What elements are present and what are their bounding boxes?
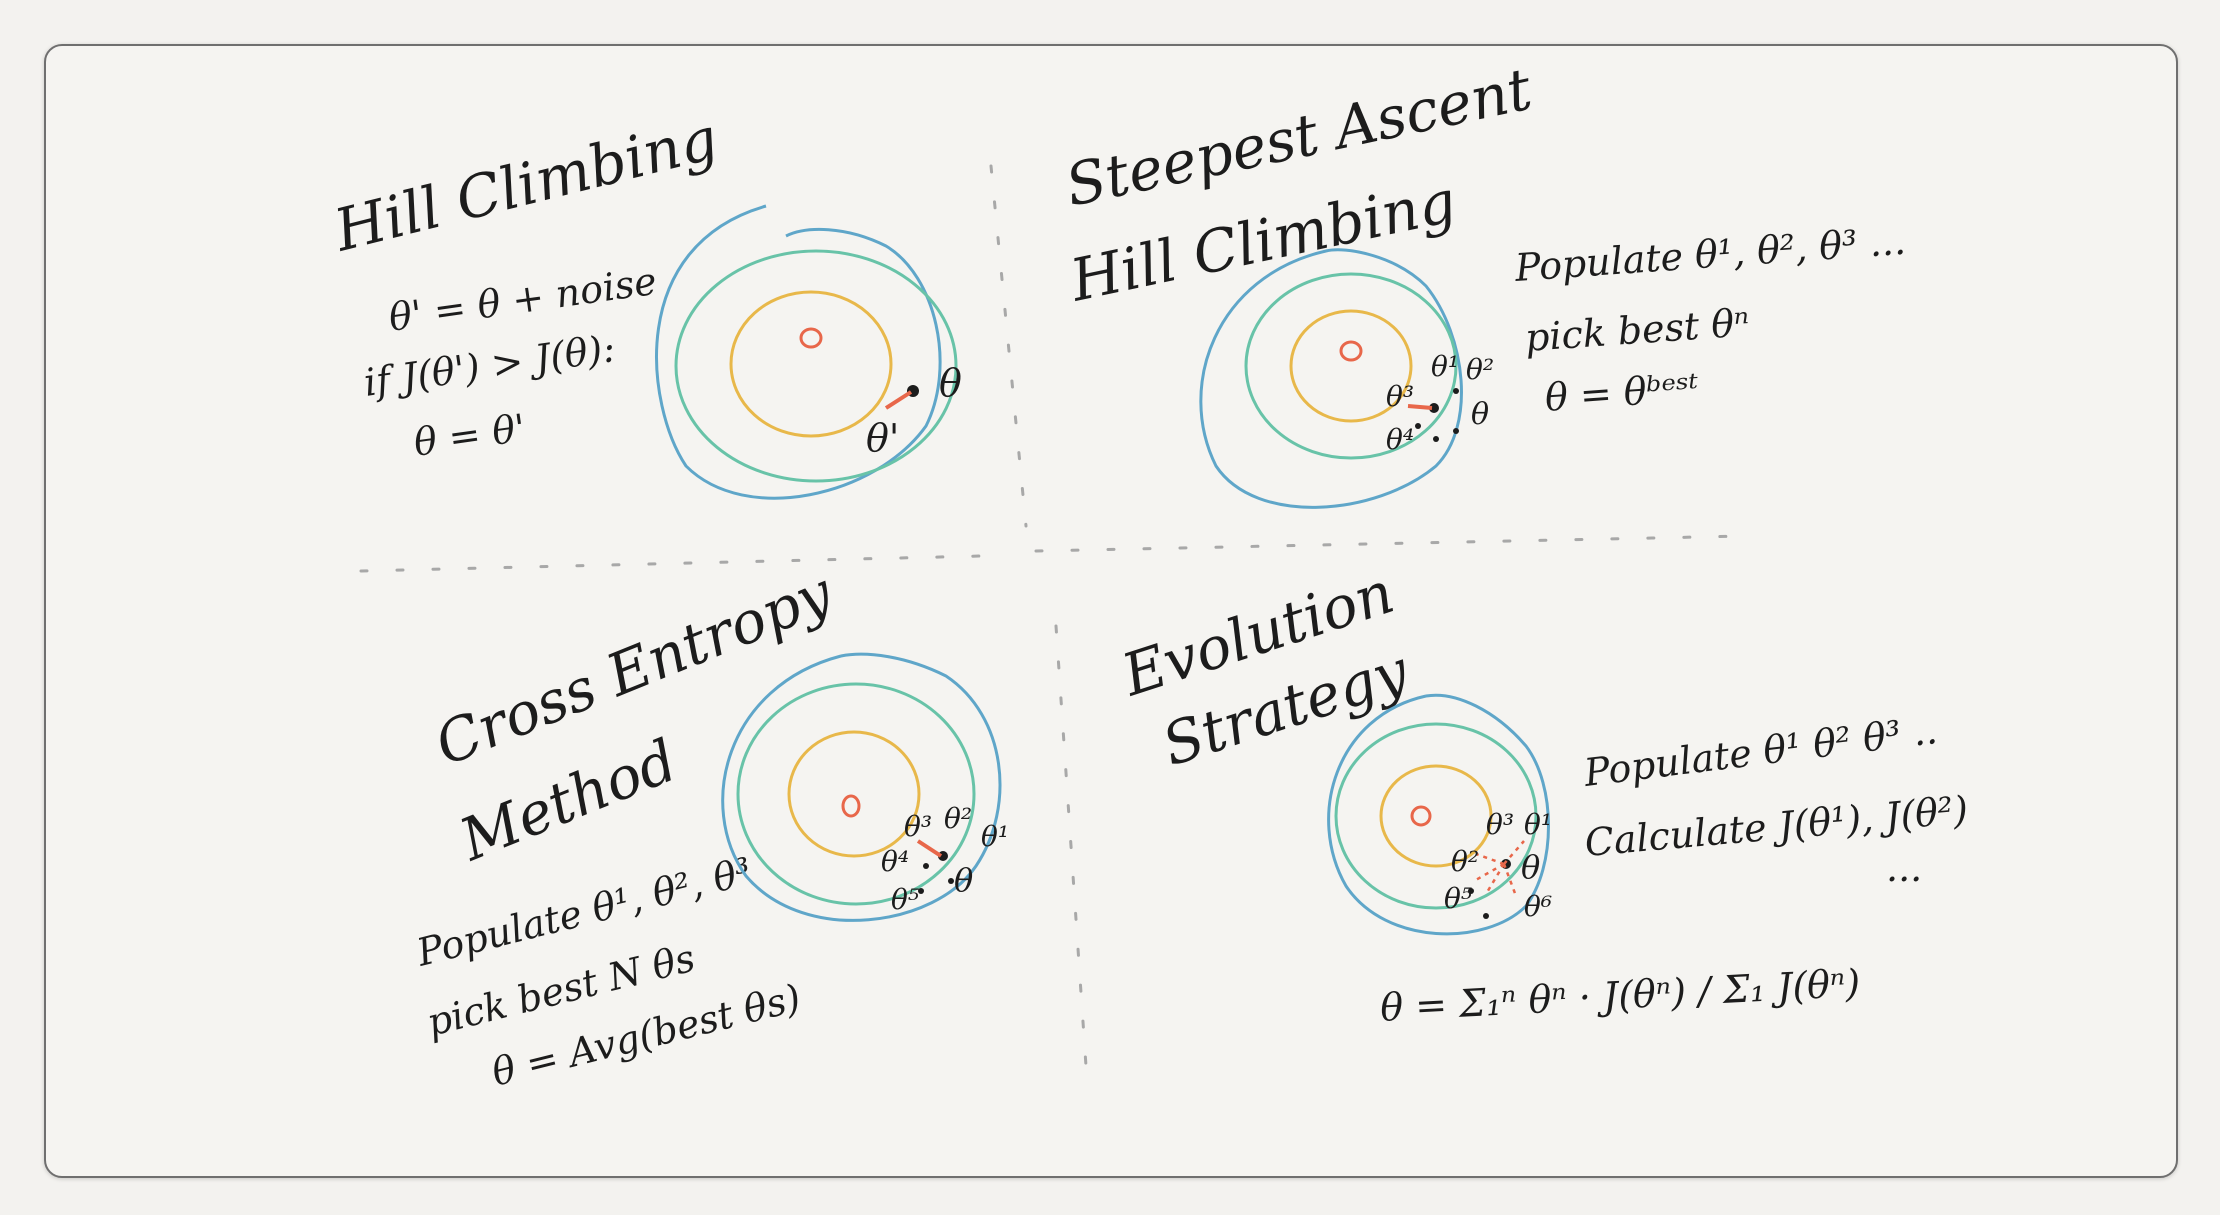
hill-climbing-line-1: θ' = θ + noise [386,259,659,340]
theta-2-label: θ² [1451,845,1479,878]
steepest-ascent-title-line-1: Steepest Ascent [1060,55,1538,220]
middle-contour [674,249,958,483]
quadrant-steepest-ascent: Steepest Ascent Hill Climbing Populate θ… [1060,55,1907,509]
middle-contour [736,682,976,906]
theta-3-label: θ³ [1486,808,1514,841]
optimum-marker [1410,805,1432,827]
theta-3-label: θ³ [1386,380,1414,413]
vertical-divider-top [989,164,1028,528]
steepest-ascent-line-1: Populate θ¹, θ², θ³ ... [1513,219,1907,290]
theta-1-label: θ¹ [1431,350,1459,383]
theta-2-label: θ² [944,802,972,835]
theta-label: θ [939,361,962,405]
theta-1-label: θ¹ [981,820,1009,853]
theta-1-label: θ¹ [1524,808,1552,841]
whiteboard: Hill Climbing θ' = θ + noise if J(θ') > … [44,44,2178,1178]
theta-6-label: θ⁶ [1524,890,1552,923]
quadrant-hill-climbing: Hill Climbing θ' = θ + noise if J(θ') > … [327,104,962,500]
middle-contour [1244,272,1458,460]
cross-entropy-line-1: Populate θ¹, θ², θ³ [412,849,756,975]
outer-contour [1199,248,1463,509]
horizontal-divider-left [359,554,983,573]
theta-5-label: θ⁵ [1444,882,1472,915]
parameter-points-4: θ³ θ¹ θ² θ θ⁵ θ⁶ [1444,808,1552,923]
sketch-canvas: Hill Climbing θ' = θ + noise if J(θ') > … [327,55,1970,1095]
parameter-points-2: θ³ θ¹ θ² θ θ⁴ [1386,350,1494,456]
theta-4-label: θ⁴ [881,845,909,878]
quadrant-cross-entropy: Cross Entropy Method Populate θ¹, θ², θ³… [412,558,1010,1095]
steepest-ascent-line-3: θ = θᵇᵉˢᵗ [1544,365,1701,420]
evolution-line-3: ... [1886,846,1922,890]
outer-contour [1327,693,1550,936]
steepest-ascent-line-2: pick best θⁿ [1524,300,1751,360]
optimum-marker [841,794,861,818]
horizontal-divider-right [1034,534,1748,553]
quadrant-evolution-strategy: Evolution Strategy Populate θ¹ θ² θ³ .. … [1113,558,1969,1030]
parameter-points-3: θ³ θ² θ¹ θ⁴ θ θ⁵ [881,802,1009,916]
optimum-marker [799,327,823,349]
theta-label: θ [1471,397,1489,432]
optimum-marker [1339,340,1363,362]
parameter-points-1: θ θ' [866,361,962,460]
inner-contour [787,730,921,858]
contour-plot-2 [1199,248,1463,509]
inner-contour [729,290,893,438]
evolution-line-1: Populate θ¹ θ² θ³ .. [1581,708,1940,795]
vertical-divider-bottom [1054,624,1088,1068]
update-arrow [884,390,913,410]
theta-prime-label: θ' [866,416,899,460]
theta-4-label: θ⁴ [1386,423,1414,456]
theta-2-label: θ² [1466,353,1494,386]
theta-3-label: θ³ [904,810,932,843]
theta-label: θ [1521,848,1540,886]
hill-climbing-line-3: θ = θ' [411,406,528,465]
update-arrow [916,839,943,858]
contour-plot-1 [655,204,958,500]
hill-climbing-title: Hill Climbing [327,104,724,265]
theta-5-label: θ⁵ [891,883,919,916]
theta-label: θ [954,861,973,899]
contour-plot-4 [1327,693,1550,936]
evolution-update-formula: θ = Σ₁ⁿ θⁿ · J(θⁿ) / Σ₁ J(θⁿ) [1379,961,1861,1030]
